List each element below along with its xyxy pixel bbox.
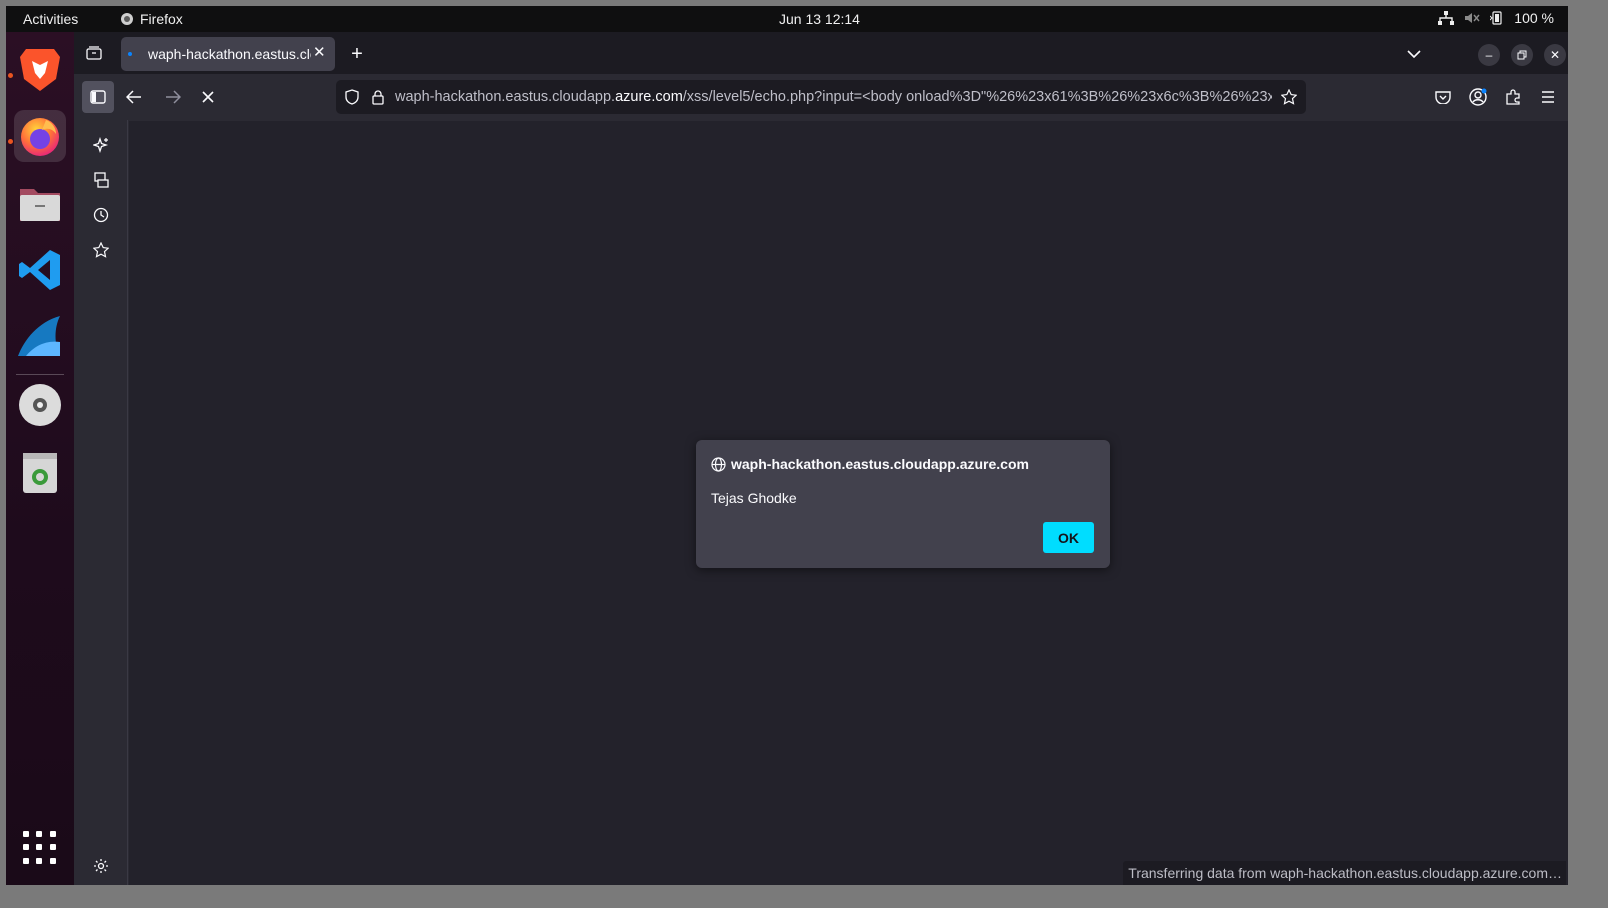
battery-percentage: 100 % <box>1514 10 1554 26</box>
page-content: waph-hackathon.eastus.cloudapp.azure.com… <box>129 121 1568 885</box>
dialog-origin: waph-hackathon.eastus.cloudapp.azure.com <box>711 456 1029 472</box>
pocket-button[interactable] <box>1433 87 1453 107</box>
firefox-icon <box>18 114 62 158</box>
arrow-left-icon <box>126 90 142 104</box>
clock-icon <box>93 207 109 223</box>
system-tray[interactable]: 100 % <box>1438 10 1554 26</box>
gear-icon <box>93 858 109 874</box>
dock-app-firefox[interactable] <box>14 110 66 162</box>
url-text[interactable]: waph-hackathon.eastus.cloudapp.azure.com… <box>395 89 1272 105</box>
dock-app-disc[interactable] <box>14 379 66 431</box>
wireshark-icon <box>16 314 64 360</box>
menu-button[interactable] <box>1538 87 1558 107</box>
arrow-right-icon <box>165 90 181 104</box>
clock[interactable]: Jun 13 12:14 <box>779 11 860 27</box>
app-menu[interactable]: Firefox <box>120 11 183 27</box>
dock-app-wireshark[interactable] <box>14 311 66 363</box>
close-icon: ✕ <box>1549 48 1561 62</box>
back-button[interactable] <box>124 87 144 107</box>
hamburger-menu-icon <box>1541 91 1555 103</box>
disc-icon <box>18 383 62 427</box>
sidebar-toggle-button[interactable] <box>82 81 114 113</box>
tab-loading-indicator <box>128 52 132 56</box>
vscode-icon <box>18 248 62 292</box>
stop-icon <box>201 90 215 104</box>
dock-separator <box>16 374 64 375</box>
puzzle-icon <box>1505 89 1521 105</box>
tracking-protection-icon[interactable] <box>344 89 360 105</box>
globe-icon <box>711 456 726 472</box>
forward-button[interactable] <box>163 87 183 107</box>
star-icon <box>93 242 109 258</box>
account-icon <box>1469 88 1487 106</box>
sidebar-synced-tabs-button[interactable] <box>91 170 111 190</box>
sidebar <box>74 120 128 885</box>
firefox-window: waph-hackathon.eastus.cloudapp.azure.com… <box>74 32 1568 885</box>
top-bar: Activities Firefox Jun 13 12:14 100 % <box>6 6 1568 32</box>
volume-muted-icon <box>1464 11 1480 25</box>
chevron-down-icon <box>1407 49 1421 59</box>
desktop: Activities Firefox Jun 13 12:14 100 % wa… <box>6 6 1568 885</box>
running-indicator <box>8 73 13 78</box>
minimize-icon: – <box>1485 48 1493 62</box>
url-bar[interactable]: waph-hackathon.eastus.cloudapp.azure.com… <box>336 80 1306 114</box>
lock-icon[interactable] <box>370 89 386 105</box>
firefox-small-icon <box>120 12 134 26</box>
tab-active[interactable]: waph-hackathon.eastus.cloudapp.azure.com… <box>121 37 335 71</box>
plus-icon: + <box>351 42 363 65</box>
minimize-button[interactable]: – <box>1478 44 1500 66</box>
running-indicator <box>8 139 13 144</box>
trash-icon <box>21 449 59 495</box>
dialog-message: Tejas Ghodke <box>711 490 797 506</box>
dock-app-files[interactable] <box>14 177 66 229</box>
network-icon <box>1438 11 1455 25</box>
tab-title: waph-hackathon.eastus.cloudapp.azure.com… <box>148 46 311 62</box>
navigation-toolbar: waph-hackathon.eastus.cloudapp.azure.com… <box>74 74 1568 120</box>
sidebar-settings-button[interactable] <box>91 856 111 876</box>
app-menu-label: Firefox <box>140 11 183 27</box>
new-tab-button[interactable]: + <box>346 43 368 65</box>
bookmark-star-button[interactable] <box>1280 88 1298 106</box>
dialog-origin-text: waph-hackathon.eastus.cloudapp.azure.com <box>731 456 1029 472</box>
dock-app-trash[interactable] <box>14 446 66 498</box>
brave-icon <box>18 45 62 93</box>
battery-icon <box>1490 11 1504 25</box>
sidebar-icon <box>90 90 106 104</box>
ok-button[interactable]: OK <box>1043 522 1094 553</box>
files-icon <box>18 183 62 223</box>
restore-button[interactable] <box>1511 44 1533 66</box>
status-panel: Transferring data from waph-hackathon.ea… <box>1123 861 1566 885</box>
pocket-icon <box>1435 90 1451 104</box>
show-apps-button[interactable] <box>23 831 57 865</box>
close-window-button[interactable]: ✕ <box>1544 44 1566 66</box>
dock-app-brave[interactable] <box>14 43 66 95</box>
tab-strip: waph-hackathon.eastus.cloudapp.azure.com… <box>74 32 1568 74</box>
dock <box>6 32 74 885</box>
sidebar-history-button[interactable] <box>91 205 111 225</box>
list-all-tabs-button[interactable] <box>1404 44 1424 64</box>
extensions-button[interactable] <box>1503 87 1523 107</box>
stop-button[interactable] <box>198 87 218 107</box>
restore-icon <box>1517 50 1527 60</box>
sidebar-ai-chatbot-button[interactable] <box>91 135 111 155</box>
account-button[interactable] <box>1468 87 1488 107</box>
sidebar-bookmarks-button[interactable] <box>91 240 111 260</box>
firefox-view-icon <box>86 46 102 60</box>
dock-app-vscode[interactable] <box>14 244 66 296</box>
firefox-view-button[interactable] <box>84 43 104 63</box>
sparkle-icon <box>93 137 109 153</box>
alert-dialog: waph-hackathon.eastus.cloudapp.azure.com… <box>696 440 1110 568</box>
activities-button[interactable]: Activities <box>23 11 78 27</box>
tab-close-button[interactable]: ✕ <box>313 43 326 61</box>
synced-tabs-icon <box>93 172 109 188</box>
